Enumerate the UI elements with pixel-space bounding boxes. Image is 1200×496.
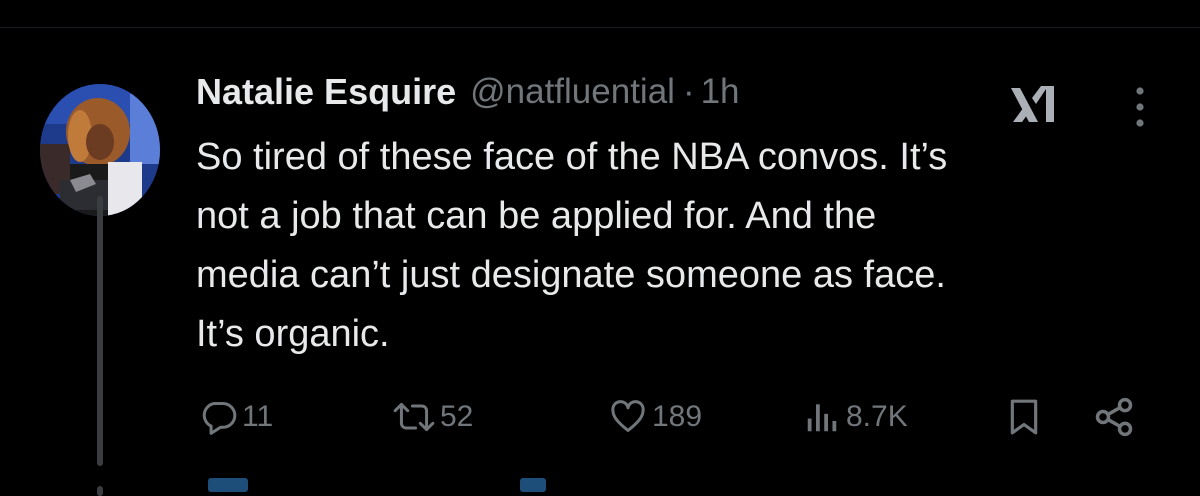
retweet-icon: [393, 402, 435, 432]
tweet-text-line: So tired of these face of the NBA convos…: [196, 136, 948, 178]
reply-count: 11: [242, 400, 274, 433]
separator-dot: ·: [682, 72, 695, 111]
author-name[interactable]: Natalie Esquire: [196, 71, 456, 113]
like-count: 189: [652, 400, 703, 433]
retweet-count: 52: [440, 400, 474, 433]
cropped-link-fragment: [208, 478, 248, 492]
tweet-header: Natalie Esquire @natfluential · 1h: [196, 64, 740, 120]
tweet[interactable]: Natalie Esquire @natfluential · 1h So ti…: [0, 28, 1200, 496]
tweet-text: So tired of these face of the NBA convos…: [196, 128, 1176, 364]
views-icon: [807, 404, 837, 432]
thread-line: [97, 196, 103, 466]
like-button[interactable]: 189: [608, 392, 702, 442]
heart-icon: [611, 400, 645, 432]
cropped-link-fragment: [520, 478, 546, 492]
reply-icon: [202, 402, 237, 435]
tweet-actions: 11 52 189 8.7K: [196, 392, 1156, 442]
grok-icon: [1011, 86, 1054, 122]
tweet-text-line: It’s organic.: [196, 313, 390, 355]
grok-button[interactable]: [1008, 82, 1060, 128]
share-icon: [1095, 397, 1133, 437]
retweet-button[interactable]: 52: [392, 392, 473, 442]
bookmark-button[interactable]: [1004, 392, 1044, 442]
share-button[interactable]: [1092, 392, 1136, 442]
tweet-text-line: media can’t just designate someone as fa…: [196, 254, 946, 296]
more-vertical-icon: [1136, 87, 1144, 127]
more-options-button[interactable]: [1120, 80, 1160, 134]
bookmark-icon: [1010, 399, 1038, 435]
tweet-timestamp[interactable]: 1h: [701, 72, 740, 112]
tweet-text-line: not a job that can be applied for. And t…: [196, 195, 877, 237]
reply-button[interactable]: 11: [200, 392, 273, 442]
thread-line-continuation: [97, 486, 103, 496]
views-button[interactable]: 8.7K: [802, 392, 908, 442]
author-handle[interactable]: @natfluential: [470, 72, 675, 112]
views-count: 8.7K: [846, 400, 908, 433]
